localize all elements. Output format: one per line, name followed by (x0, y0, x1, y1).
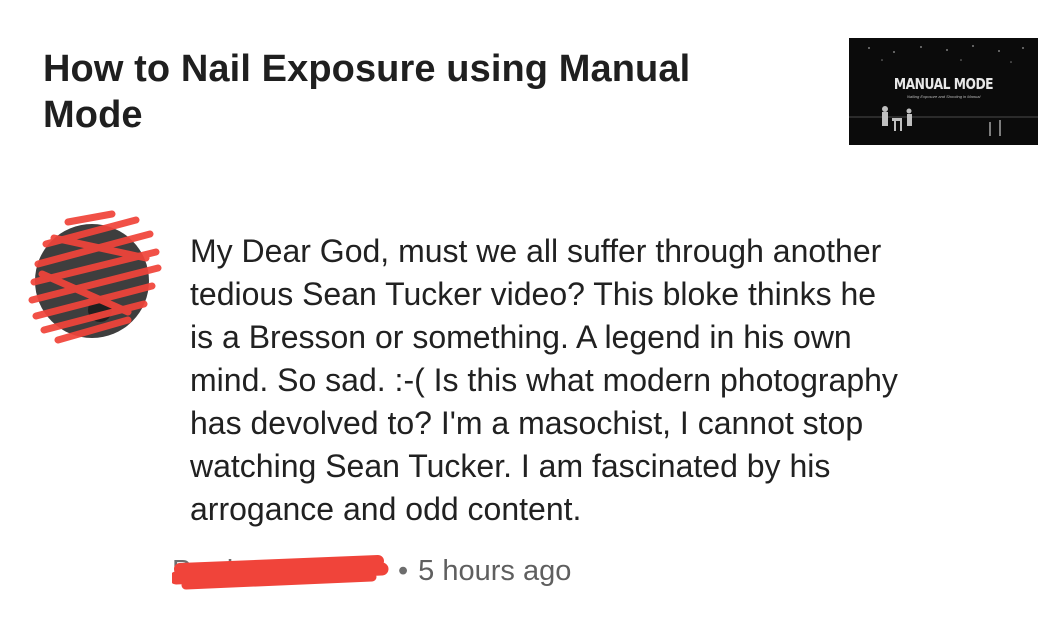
author-redaction (172, 555, 389, 590)
comment-author-name[interactable]: Parden Carter (172, 551, 392, 591)
comment-meta: Parden Carter • 5 hours ago (172, 548, 571, 594)
comment-timestamp[interactable]: 5 hours ago (418, 555, 571, 588)
video-title[interactable]: How to Nail Exposure using Manual Mode (43, 46, 763, 138)
thumbnail-subtitle: Nailing Exposure and Shooting in Manual (907, 94, 981, 99)
comment-text: My Dear God, must we all suffer through … (190, 233, 898, 527)
video-thumbnail[interactable]: MANUAL MODE Nailing Exposure and Shootin… (849, 38, 1038, 145)
thumbnail-title: MANUAL MODE (893, 75, 994, 93)
avatar[interactable] (24, 208, 164, 348)
meta-separator: • (398, 554, 409, 587)
redacted-avatar-icon (28, 210, 162, 344)
